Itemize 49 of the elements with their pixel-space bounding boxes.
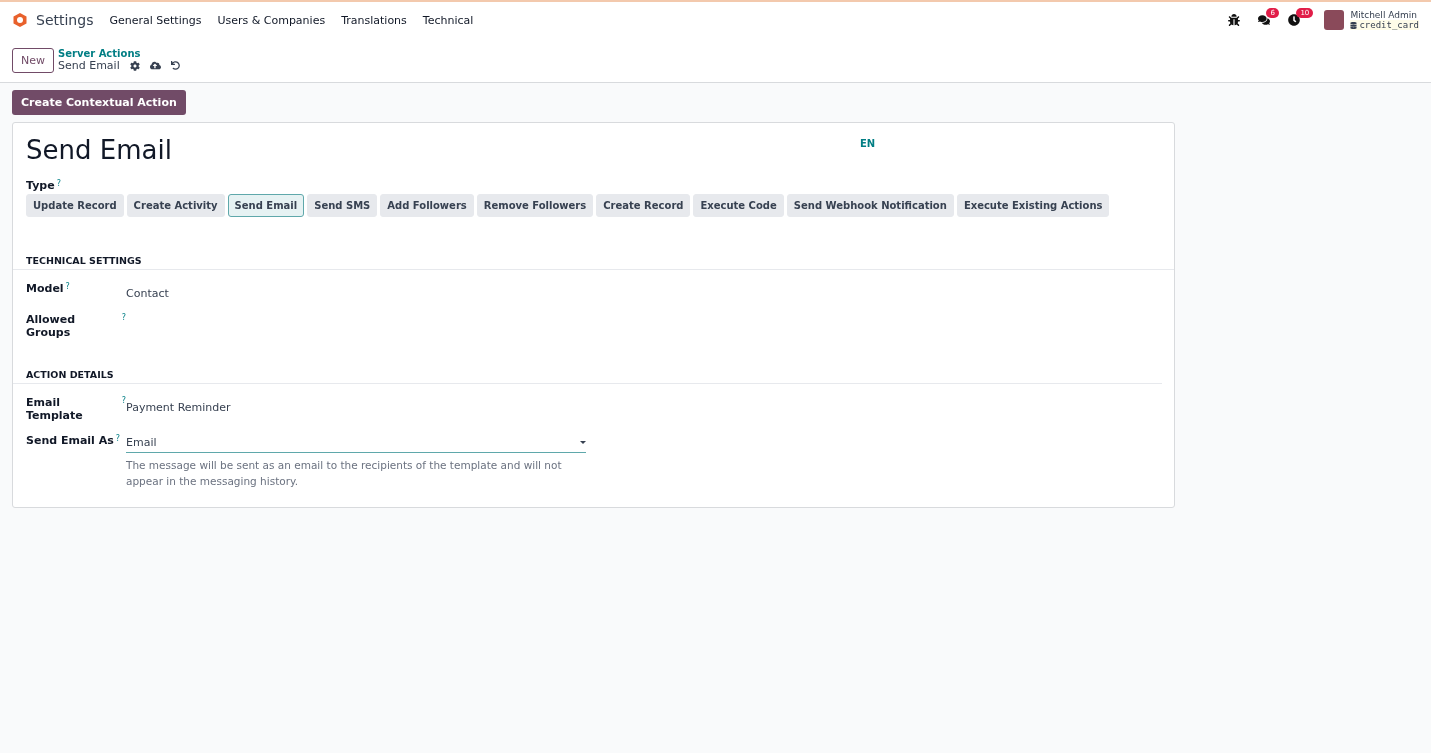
type-option[interactable]: Create Activity (126, 194, 225, 217)
breadcrumb-current: Send Email (58, 59, 120, 72)
breadcrumb-link[interactable]: Server Actions (58, 48, 180, 59)
help-mark[interactable]: ? (121, 396, 126, 405)
section-title: ACTION DETAILS (13, 369, 1162, 384)
field-label: Model (26, 282, 64, 295)
caret-icon (580, 441, 586, 444)
field-label: Type (26, 179, 55, 192)
help-mark[interactable]: ? (115, 434, 120, 443)
language-button[interactable]: EN (860, 138, 876, 165)
select-field[interactable]: Email (126, 434, 586, 453)
cloud-upload-icon[interactable] (149, 60, 161, 71)
record-title: Send Email (26, 135, 173, 165)
app-logo-icon (12, 12, 28, 28)
type-option[interactable]: Create Record (596, 194, 691, 217)
type-option[interactable]: Execute Code (693, 194, 784, 217)
field-label: Allowed Groups (26, 313, 77, 339)
menu-item[interactable]: Technical (422, 13, 474, 27)
type-option[interactable]: Send Email (227, 194, 305, 217)
field-value: Contact (126, 287, 169, 300)
menu-item[interactable]: Translations (341, 13, 407, 27)
menu-item[interactable]: General Settings (109, 13, 202, 27)
section-title: TECHNICAL SETTINGS (13, 255, 1174, 270)
field-hint: The message will be sent as an email to the recipients of the template and will not appear in the messaging history. (126, 458, 563, 489)
user-name: Mitchell Admin (1350, 10, 1418, 20)
field-label: Email Template (26, 396, 84, 422)
database-icon (1350, 21, 1358, 29)
type-option[interactable]: Remove Followers (476, 194, 594, 217)
undo-icon[interactable] (170, 61, 180, 70)
help-mark[interactable]: ? (65, 282, 70, 291)
field-label: Send Email As (26, 434, 114, 447)
type-option[interactable]: Send SMS (307, 194, 378, 217)
bug-icon[interactable] (1228, 14, 1241, 26)
user-avatar[interactable] (1324, 10, 1345, 30)
type-option[interactable]: Update Record (26, 194, 124, 217)
new-button[interactable]: New (12, 47, 54, 73)
type-option[interactable]: Execute Existing Actions (956, 194, 1110, 217)
app-name[interactable]: Settings (36, 12, 94, 28)
create-contextual-action-button[interactable]: Create Contextual Action (12, 90, 186, 115)
clock-icon[interactable] (1288, 14, 1301, 26)
help-mark[interactable]: ? (56, 179, 61, 192)
field-value: Payment Reminder (126, 401, 231, 414)
chat-icon[interactable] (1258, 14, 1271, 26)
menu-item[interactable]: Users & Companies (217, 13, 326, 27)
settings-icon[interactable] (129, 60, 140, 71)
type-option[interactable]: Add Followers (380, 194, 474, 217)
database-name: credit_card (1359, 20, 1419, 30)
help-mark[interactable]: ? (121, 313, 126, 322)
type-option[interactable]: Send Webhook Notification (786, 194, 954, 217)
